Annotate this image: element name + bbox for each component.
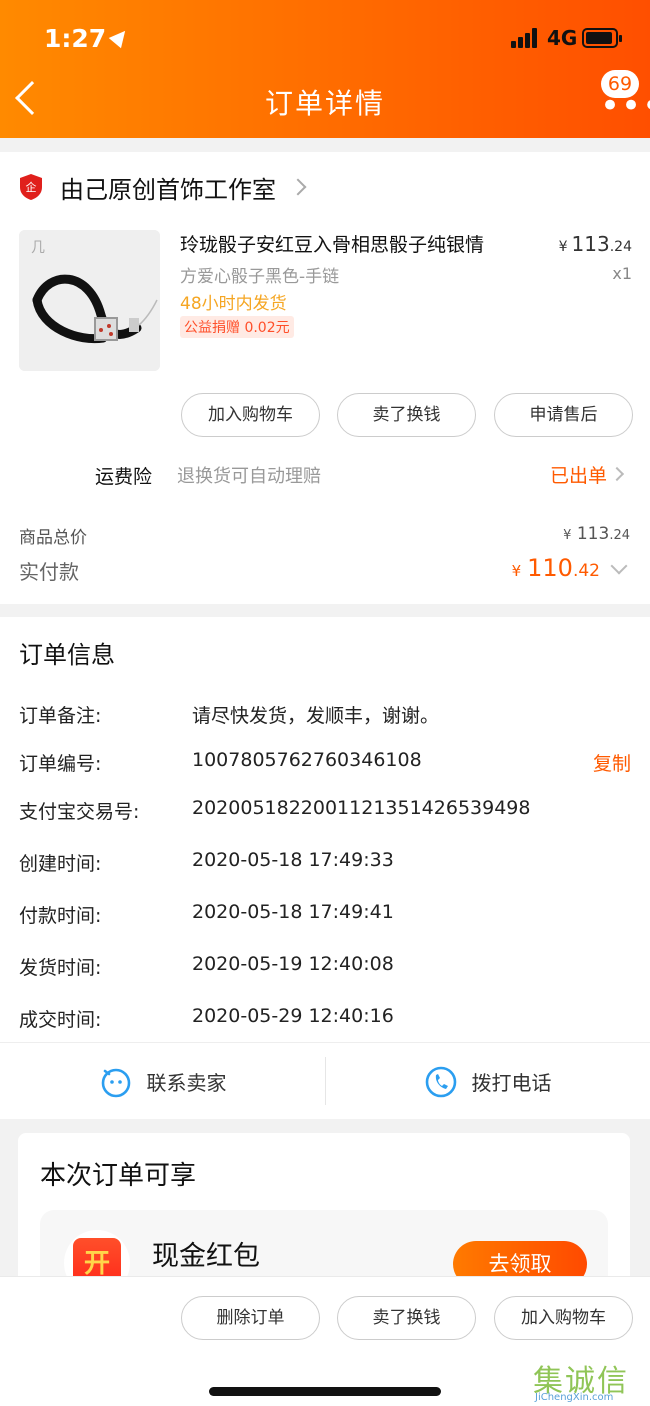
product-title[interactable]: 玲珑骰子安红豆入骨相思骰子纯银情 (180, 232, 530, 258)
info-row-completed: 成交时间: 2020-05-29 12:40:16 (19, 1005, 631, 1035)
info-value: 2020-05-19 12:40:08 (192, 953, 394, 975)
shop-shield-icon: 企 (18, 173, 44, 201)
charity-tag: 公益捐赠 0.02元 (180, 316, 294, 338)
cash-coupon: 开 现金红包 全场商品通用 去领取 (40, 1210, 608, 1283)
network-type: 4G (547, 26, 578, 50)
info-value: 2020051822001121351426539498 (192, 797, 531, 819)
benefits-title: 本次订单可享 (40, 1161, 197, 1191)
bracelet-image-icon: 几 (19, 230, 160, 371)
goods-total-symbol: ¥ (563, 528, 572, 543)
coupon-title: 现金红包 (152, 1241, 260, 1272)
info-row-note: 订单备注: 请尽快发货，发顺丰，谢谢。 (19, 701, 631, 731)
home-indicator[interactable] (209, 1387, 441, 1396)
location-arrow-icon (108, 25, 132, 49)
watermark-site: JiChengXin.com (535, 1392, 614, 1403)
battery-icon (582, 28, 622, 48)
copy-order-number-button[interactable]: 复制 (593, 749, 631, 776)
info-label: 成交时间: (19, 1009, 102, 1031)
info-value: 2020-05-18 17:49:41 (192, 901, 394, 923)
top-header: 1:27 4G 订单详情 ••• 69 (0, 0, 650, 138)
call-phone-button[interactable]: 拨打电话 (325, 1044, 650, 1119)
status-time: 1:27 (44, 24, 132, 53)
resell-button[interactable]: 卖了换钱 (337, 393, 476, 437)
shipping-insurance-status[interactable]: 已出单 (550, 461, 607, 488)
order-info-card: 订单信息 订单备注: 请尽快发货，发顺丰，谢谢。 订单编号: 100780576… (0, 617, 650, 1119)
add-to-cart-button[interactable]: 加入购物车 (181, 393, 320, 437)
price-dec: .24 (609, 239, 632, 255)
price-int: 113 (571, 232, 610, 256)
divider (0, 1042, 650, 1043)
info-row-shipped: 发货时间: 2020-05-19 12:40:08 (19, 953, 631, 983)
product-variant: 方爱心骰子黑色-手链 (180, 267, 340, 287)
info-value: 请尽快发货，发顺丰，谢谢。 (192, 705, 440, 727)
chevron-down-icon[interactable] (610, 557, 628, 575)
shop-row[interactable]: 企 由己原创首饰工作室 (18, 170, 307, 204)
svg-text:企: 企 (26, 180, 37, 194)
paid-dec: .42 (572, 561, 600, 581)
chevron-right-icon (289, 178, 307, 196)
contact-seller-label: 联系卖家 (146, 1071, 227, 1095)
status-time-text: 1:27 (44, 24, 107, 53)
delete-order-button[interactable]: 删除订单 (181, 1296, 320, 1340)
order-info-title: 订单信息 (19, 641, 115, 669)
chat-smile-icon (101, 1068, 130, 1097)
goods-total-value: ¥ 113.24 (563, 524, 630, 544)
info-row-created: 创建时间: 2020-05-18 17:49:33 (19, 849, 631, 879)
info-label: 订单备注: (19, 705, 102, 727)
product-price: ¥113.24 (559, 232, 632, 256)
shop-name: 由己原创首饰工作室 (60, 175, 276, 204)
info-label: 发货时间: (19, 957, 102, 979)
watermark-logo: 集诚信 JiChengXin.com (533, 1356, 647, 1404)
paid-value: ¥110.42 (512, 554, 600, 582)
more-dots-icon[interactable]: ••• (600, 89, 650, 123)
paid-label: 实付款 (19, 560, 79, 584)
info-label: 支付宝交易号: (19, 801, 140, 823)
contact-seller-button[interactable]: 联系卖家 (0, 1044, 325, 1119)
resell-button-bottom[interactable]: 卖了换钱 (337, 1296, 476, 1340)
shipping-promise: 48小时内发货 (180, 294, 287, 314)
order-item-card: 企 由己原创首饰工作室 几 玲珑骰子安红豆入骨相思骰子纯银情 ¥113.24 x… (0, 152, 650, 604)
info-value: 2020-05-18 17:49:33 (192, 849, 394, 871)
product-quantity: x1 (612, 264, 632, 283)
info-label: 付款时间: (19, 905, 102, 927)
paid-int: 110 (527, 554, 573, 582)
after-sale-button[interactable]: 申请售后 (494, 393, 633, 437)
info-value: 1007805762760346108 (192, 749, 422, 771)
info-row-alipay-number: 支付宝交易号: 2020051822001121351426539498 (19, 797, 631, 827)
cellular-signal-icon (511, 28, 541, 48)
goods-total-dec: .24 (609, 528, 630, 543)
call-phone-label: 拨打电话 (471, 1071, 552, 1095)
info-row-order-number: 订单编号: 1007805762760346108 复制 (19, 749, 631, 779)
goods-total-int: 113 (576, 524, 610, 544)
info-value: 2020-05-29 12:40:16 (192, 1005, 394, 1027)
phone-icon (425, 1066, 456, 1097)
add-to-cart-button-bottom[interactable]: 加入购物车 (494, 1296, 633, 1340)
message-count-badge: 69 (601, 70, 639, 98)
goods-total-label: 商品总价 (19, 528, 87, 548)
paid-symbol: ¥ (511, 562, 522, 580)
info-label: 创建时间: (19, 853, 102, 875)
benefits-card: 本次订单可享 开 现金红包 全场商品通用 去领取 (18, 1133, 630, 1283)
price-symbol: ¥ (558, 239, 568, 255)
page-title: 订单详情 (264, 87, 385, 120)
info-label: 订单编号: (19, 753, 102, 775)
svg-text:几: 几 (31, 240, 45, 256)
info-row-paid: 付款时间: 2020-05-18 17:49:41 (19, 901, 631, 931)
shipping-insurance-desc: 退换货可自动理赔 (177, 466, 321, 487)
shipping-insurance-label: 运费险 (95, 466, 153, 488)
chevron-right-icon (609, 466, 625, 482)
product-thumbnail[interactable]: 几 (19, 230, 160, 371)
